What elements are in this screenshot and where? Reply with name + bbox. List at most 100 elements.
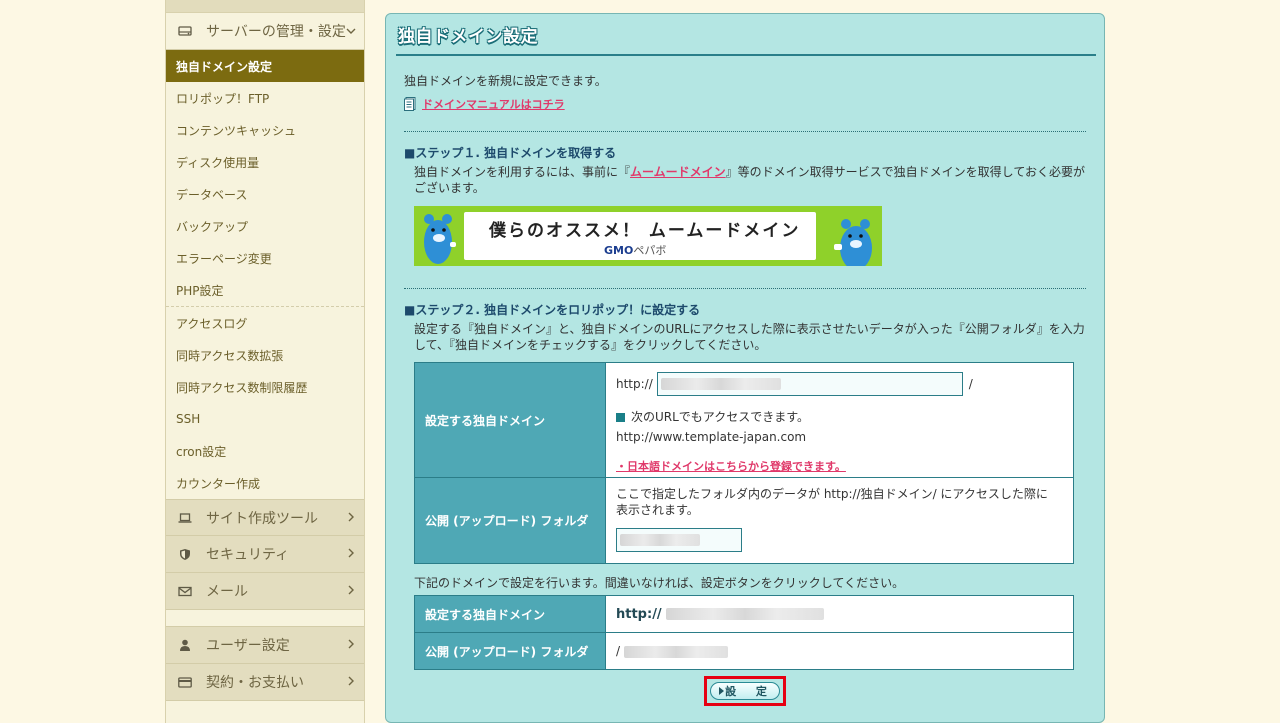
sidebar-item-ssh[interactable]: SSH: [166, 403, 364, 435]
sidebar-item-cron[interactable]: cron設定: [166, 435, 364, 467]
folder-description: ここで指定したフォルダ内のデータが http://独自ドメイン/ にアクセスした…: [616, 487, 1048, 517]
user-icon: [178, 638, 192, 652]
http-prefix: http://: [616, 377, 653, 391]
server-icon: [178, 24, 192, 38]
banner-brand: GMOペパボ: [604, 242, 666, 258]
sidebar-section-label: セキュリティ: [206, 547, 290, 563]
table-row: 設定する独自ドメイン http://: [414, 595, 1074, 633]
domain-input[interactable]: [656, 372, 963, 396]
chevron-right-icon: [346, 584, 356, 598]
chevron-right-icon: [346, 511, 356, 525]
sidebar-item-error-page[interactable]: エラーページ変更: [166, 242, 364, 274]
sidebar-section-label: メール: [206, 584, 248, 600]
submit-button-label: 設 定: [725, 685, 775, 698]
sidebar-section-site-tools[interactable]: サイト作成ツール: [166, 499, 364, 536]
step1-text: 独自ドメインを利用するには、事前に『ムームードメイン』等のドメイン取得サービスで…: [414, 164, 1094, 196]
banner-brand-gmo: GMO: [604, 244, 634, 257]
sidebar-item-concurrent-access[interactable]: 同時アクセス数拡張: [166, 339, 364, 371]
document-icon: [404, 97, 416, 111]
confirm-folder-value-blurred: [623, 645, 728, 658]
laptop-icon: [178, 511, 192, 525]
muumuu-domain-link[interactable]: ムームードメイン: [630, 165, 726, 179]
step1-text-before: 独自ドメインを利用するには、事前に『: [414, 165, 631, 179]
intro-text: 独自ドメインを新規に設定できます。: [404, 74, 607, 88]
jp-domain-link[interactable]: ・日本語ドメインはこちらから登録できます。: [616, 460, 846, 473]
domain-manual-link-label: ドメインマニュアルはコチラ: [422, 98, 565, 111]
sidebar-section-mail[interactable]: メール: [166, 573, 364, 610]
section-divider: [404, 288, 1086, 289]
table-row: 公開 (アップロード) フォルダ ここで指定したフォルダ内のデータが http:…: [414, 477, 1074, 564]
step2-text: 設定する『独自ドメイン』と、独自ドメインのURLにアクセスした際に表示させたいデ…: [414, 322, 1085, 352]
confirm-text: 下記のドメインで設定を行います。間違いなければ、設定ボタンをクリックしてください…: [414, 576, 905, 590]
main-panel: 独自ドメイン設定 独自ドメインを新規に設定できます。 ドメインマニュアルはコチラ…: [385, 13, 1105, 723]
sidebar-item-php[interactable]: PHP設定: [166, 274, 364, 306]
muumuu-banner[interactable]: 僕らのオススメ！ ムームードメイン GMOペパボ: [414, 206, 882, 266]
sidebar-gap: [166, 610, 364, 627]
sidebar-item-access-log[interactable]: アクセスログ: [166, 307, 364, 339]
table-row: 設定する独自ドメイン http:// / 次のURLでもアクセスできます。 ht…: [414, 362, 1074, 478]
sidebar-section-label: サーバーの管理・設定: [206, 24, 346, 40]
sidebar-item-disk-usage[interactable]: ディスク使用量: [166, 146, 364, 178]
chevron-right-icon: [346, 638, 356, 652]
play-arrow-icon: [719, 687, 724, 695]
bear-mascot-right: [832, 214, 872, 266]
sidebar-section-security[interactable]: セキュリティ: [166, 536, 364, 573]
sidebar-item-counter[interactable]: カウンター作成: [166, 467, 364, 499]
confirm-domain-value-blurred: [665, 608, 824, 620]
square-bullet-icon: [616, 413, 625, 422]
sidebar-section-server[interactable]: サーバーの管理・設定: [166, 13, 364, 50]
confirm-domain-label: 設定する独自ドメイン: [414, 595, 606, 633]
confirm-domain-cell: http://: [605, 595, 1074, 633]
shield-icon: [178, 547, 192, 561]
sidebar-section-label: 契約・お支払い: [206, 675, 304, 691]
mail-icon: [178, 584, 192, 598]
domain-input-cell: http:// / 次のURLでもアクセスできます。 http://www.te…: [605, 362, 1074, 478]
confirm-domain-prefix: http://: [616, 606, 662, 622]
domain-manual-link[interactable]: ドメインマニュアルはコチラ: [404, 96, 565, 112]
confirm-folder-cell: /: [605, 632, 1074, 670]
sidebar-item-content-cache[interactable]: コンテンツキャッシュ: [166, 114, 364, 146]
banner-message: 僕らのオススメ！ ムームードメイン: [489, 221, 801, 241]
sidebar-section-label: サイト作成ツール: [206, 510, 318, 527]
sidebar-top-gap: [166, 0, 364, 13]
sidebar-section-user-settings[interactable]: ユーザー設定: [166, 627, 364, 664]
submit-button-highlight: 設 定: [704, 676, 786, 706]
sidebar-item-database[interactable]: データベース: [166, 178, 364, 210]
folder-input[interactable]: [616, 528, 742, 552]
step2-title: ■ステップ２. 独自ドメインをロリポップ！に設定する: [404, 303, 701, 317]
table-row: 公開 (アップロード) フォルダ /: [414, 632, 1074, 670]
folder-label: 公開 (アップロード) フォルダ: [414, 477, 606, 564]
sidebar-item-custom-domain[interactable]: 独自ドメイン設定: [166, 50, 364, 82]
folder-input-value-blurred: [620, 534, 700, 546]
confirm-table: 設定する独自ドメイン http:// 公開 (アップロード) フォルダ /: [414, 595, 1074, 670]
domain-label: 設定する独自ドメイン: [414, 362, 606, 478]
domain-form-table: 設定する独自ドメイン http:// / 次のURLでもアクセスできます。 ht…: [414, 362, 1074, 564]
alt-url-note: 次のURLでもアクセスできます。: [616, 408, 1063, 425]
sidebar-section-label: ユーザー設定: [206, 638, 290, 654]
page-title: 独自ドメイン設定: [398, 27, 538, 47]
submit-button[interactable]: 設 定: [710, 682, 780, 700]
sidebar-item-ftp[interactable]: ロリポップ！FTP: [166, 82, 364, 114]
chevron-down-icon: [346, 24, 356, 38]
bear-mascot-left: [420, 210, 458, 264]
domain-input-row: http:// /: [616, 372, 1063, 396]
alt-url: http://www.template-japan.com: [616, 430, 807, 444]
step1-title: ■ステップ１. 独自ドメインを取得する: [404, 146, 617, 160]
folder-input-cell: ここで指定したフォルダ内のデータが http://独自ドメイン/ にアクセスした…: [605, 477, 1074, 564]
sidebar-item-concurrent-history[interactable]: 同時アクセス数制限履歴: [166, 371, 364, 403]
domain-input-value-blurred: [660, 378, 781, 390]
chevron-right-icon: [346, 675, 356, 689]
confirm-folder-label: 公開 (アップロード) フォルダ: [414, 632, 606, 670]
jp-domain-link-wrap: ・日本語ドメインはこちらから登録できます。: [616, 458, 1063, 474]
credit-card-icon: [178, 675, 192, 689]
confirm-folder-prefix: /: [616, 644, 621, 658]
alt-url-note-text: 次のURLでもアクセスできます。: [631, 410, 810, 424]
slash-suffix: /: [968, 377, 973, 391]
sidebar-item-backup[interactable]: バックアップ: [166, 210, 364, 242]
banner-brand-sub: ペパボ: [633, 244, 667, 257]
title-divider: [396, 54, 1096, 56]
chevron-right-icon: [346, 547, 356, 561]
section-divider: [404, 131, 1086, 132]
sidebar-section-billing[interactable]: 契約・お支払い: [166, 664, 364, 701]
sidebar: サーバーの管理・設定 独自ドメイン設定 ロリポップ！FTP コンテンツキャッシュ…: [165, 0, 365, 723]
